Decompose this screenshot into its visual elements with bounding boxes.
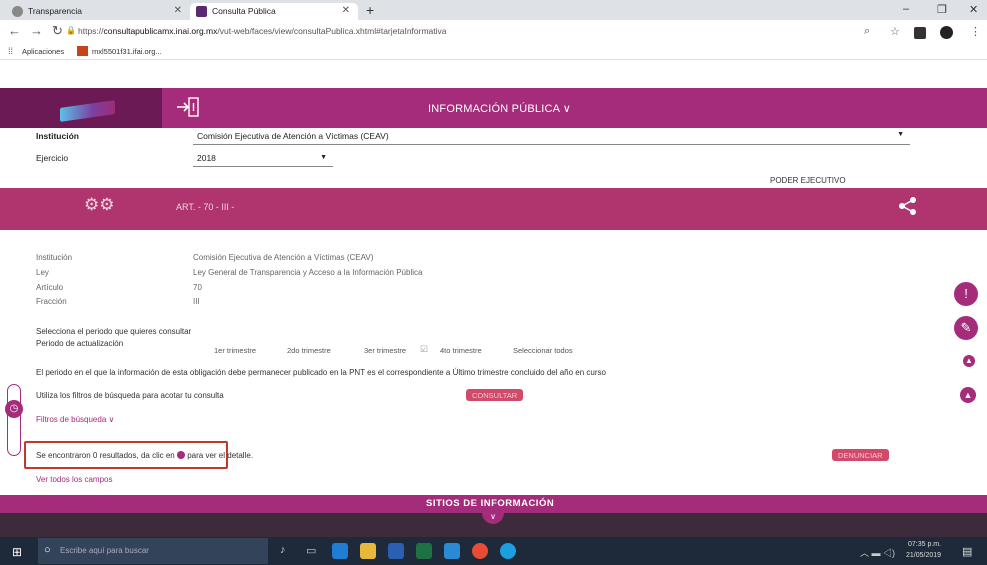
menu-informacion-publica[interactable]: INFORMACIÓN PÚBLICA ∨ (428, 102, 571, 115)
tab-consulta-publica[interactable]: Consulta Pública ✕ (190, 3, 358, 20)
bookmarks-bar: ⁞⁞ Aplicaciones mxl5501f31.ifai.org... (0, 43, 987, 60)
periodo-notice: El periodo en el que la información de e… (36, 368, 606, 377)
tab-label: Consulta Pública (212, 6, 276, 16)
scroll-up-2-icon[interactable]: ▲ (960, 387, 976, 403)
edge-icon[interactable] (332, 543, 348, 559)
ejercicio-select[interactable]: 2018 ▼ (193, 151, 333, 167)
periodo-select-all[interactable]: Seleccionar todos (513, 346, 573, 355)
star-icon[interactable]: ☆ (890, 25, 900, 38)
filtros-toggle[interactable]: Filtros de búsqueda ∨ (36, 415, 114, 424)
restore-icon[interactable]: ❐ (937, 3, 947, 16)
extension-icon[interactable] (914, 27, 926, 39)
detail-info-icon[interactable] (176, 451, 185, 459)
results-text: Se encontraron 0 resultados, da clic en … (36, 451, 254, 460)
info-articulo-label: Artículo (36, 283, 64, 292)
chevron-down-icon: ▼ (897, 131, 904, 138)
login-icon[interactable] (175, 96, 203, 118)
taskbar-search-input[interactable]: ○ Escribe aquí para buscar (38, 538, 268, 564)
site-favicon-icon (196, 6, 207, 17)
periodo-label: Periodo de actualización (36, 339, 124, 348)
info-articulo-value: 70 (193, 283, 202, 292)
info-fraccion-value: III (193, 297, 200, 306)
consultar-button[interactable]: CONSULTAR (466, 389, 524, 401)
bookmark-mxl[interactable]: mxl5501f31.ifai.org... (92, 47, 162, 56)
close-tab-icon[interactable]: ✕ (174, 5, 182, 16)
clock-time: 07:35 p.m. (908, 541, 942, 548)
article-title: ART. - 70 - III - (176, 202, 235, 212)
checkbox-checked-icon[interactable]: ☑ (420, 344, 428, 355)
app-icon[interactable] (444, 543, 460, 559)
periodo-option-4[interactable]: 4to trimestre (440, 346, 482, 355)
reload-icon[interactable]: ↻ (52, 23, 63, 39)
periodo-prompt: Selecciona el periodo que quieres consul… (36, 327, 192, 336)
institucion-label: Institución (36, 131, 79, 141)
wrench-icon[interactable]: ✎ (954, 316, 978, 340)
gears-icon: ⚙⚙ (84, 195, 115, 214)
globe-icon (12, 6, 23, 17)
bookmark-aplicaciones[interactable]: Aplicaciones (22, 47, 64, 56)
logo-mark (60, 100, 115, 122)
close-tab-icon[interactable]: ✕ (342, 5, 350, 16)
scroll-up-icon[interactable]: ▲ (963, 355, 975, 367)
windows-start-icon[interactable]: ⊞ (12, 545, 22, 559)
info-fraccion-label: Fracción (36, 297, 67, 306)
side-handle[interactable] (7, 384, 21, 456)
zoom-icon[interactable]: ⌕ (864, 25, 870, 38)
apps-grid-icon: ⁞⁞ (8, 46, 14, 56)
lock-icon: 🔒 (66, 26, 76, 35)
system-tray-icons[interactable]: ︿ ▬ ◁) (860, 546, 895, 559)
filters-hint: Utiliza los filtros de búsqueda para aco… (36, 391, 224, 400)
article-bar (0, 188, 987, 230)
bookmark-favicon-icon (77, 46, 88, 56)
denunciar-button[interactable]: DENUNCIAR (832, 449, 889, 461)
forward-icon[interactable]: → (30, 23, 43, 38)
info-institucion-label: Institución (36, 253, 73, 262)
poder-ejecutivo-label: PODER EJECUTIVO (770, 176, 846, 185)
file-explorer-icon[interactable] (360, 543, 376, 559)
new-tab-icon[interactable]: + (366, 2, 374, 18)
ejercicio-label: Ejercicio (36, 153, 69, 163)
logo[interactable] (0, 88, 162, 128)
periodo-option-3[interactable]: 3er trimestre (364, 346, 406, 355)
tab-transparencia[interactable]: Transparencia ✕ (6, 3, 190, 20)
share-icon[interactable] (898, 196, 918, 221)
alert-icon[interactable]: ! (954, 282, 978, 306)
clock-date: 21/05/2019 (906, 552, 942, 559)
task-view-icon[interactable]: ▭ (306, 544, 316, 557)
url-field[interactable]: https://consultapublicamx.inai.org.mx/vu… (78, 26, 447, 36)
menu-dots-icon[interactable]: ⋮ (970, 25, 981, 38)
info-institucion-value: Comisión Ejecutiva de Atención a Víctima… (193, 253, 374, 262)
minimize-icon[interactable]: – (903, 3, 909, 15)
periodo-option-2[interactable]: 2do trimestre (287, 346, 331, 355)
address-bar-row: ← → ↻ 🔒 https://consultapublicamx.inai.o… (0, 20, 987, 43)
clock-icon[interactable]: ◷ (5, 400, 23, 418)
institucion-select[interactable]: Comisión Ejecutiva de Atención a Víctima… (193, 129, 910, 145)
avatar[interactable] (940, 26, 953, 39)
word-icon[interactable] (388, 543, 404, 559)
info-ley-value: Ley General de Transparencia y Acceso a … (193, 268, 423, 277)
ver-todos-link[interactable]: Ver todos los campos (36, 475, 112, 484)
excel-icon[interactable] (416, 543, 432, 559)
browser-tab-bar: Transparencia ✕ Consulta Pública ✕ + – ❐… (0, 0, 987, 20)
chrome-icon[interactable] (472, 543, 488, 559)
footer-title: SITIOS DE INFORMACIÓN (426, 498, 555, 509)
notifications-icon[interactable]: ▤ (962, 545, 972, 558)
skype-icon[interactable] (500, 543, 516, 559)
tab-label: Transparencia (28, 6, 83, 16)
close-window-icon[interactable]: ✕ (969, 3, 978, 16)
back-icon[interactable]: ← (8, 23, 21, 38)
search-icon: ○ (44, 544, 51, 556)
periodo-option-1[interactable]: 1er trimestre (214, 346, 256, 355)
chevron-down-icon: ▼ (320, 154, 327, 161)
info-ley-label: Ley (36, 268, 49, 277)
mic-icon[interactable]: ♪ (280, 544, 286, 556)
